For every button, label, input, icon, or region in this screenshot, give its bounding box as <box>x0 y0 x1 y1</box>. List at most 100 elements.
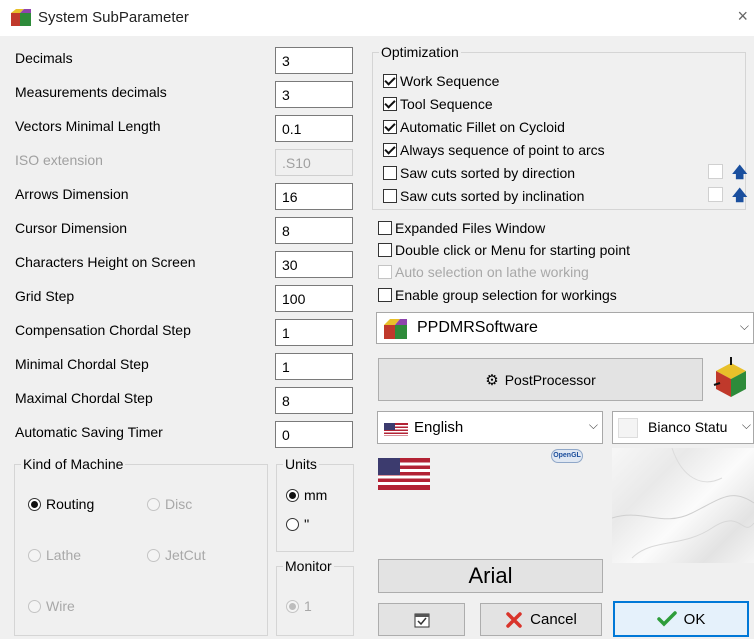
checkbox-icon <box>378 265 392 279</box>
us-flag-icon <box>384 423 408 436</box>
radio-dot-icon <box>28 497 41 511</box>
measurements-decimals-field[interactable]: 3 <box>275 81 353 108</box>
radio-dot-icon <box>28 548 41 562</box>
iso-extension-field: .S10 <box>275 149 353 176</box>
chevron-down-icon: ⌵ <box>739 319 749 333</box>
checkbox-double-click-starting-point[interactable]: Double click or Menu for starting point <box>378 242 630 258</box>
checkbox-tool-sequence[interactable]: Tool Sequence <box>383 96 493 112</box>
label-cursor-dimension: Cursor Dimension <box>15 220 128 236</box>
label-maximal-chordal-step: Maximal Chordal Step <box>15 390 153 406</box>
compensation-chordal-step-field[interactable]: 1 <box>275 319 353 346</box>
kind-of-machine-title: Kind of Machine <box>23 456 124 472</box>
close-icon[interactable]: × <box>737 6 748 27</box>
radio-inch[interactable]: '' <box>286 516 309 532</box>
monitor-title: Monitor <box>285 558 332 574</box>
vectors-minimal-length-field[interactable]: 0.1 <box>275 115 353 142</box>
radio-mm[interactable]: mm <box>286 487 327 503</box>
arrow-up-icon[interactable]: 🡅 <box>732 185 747 210</box>
window-title: System SubParameter <box>38 9 189 26</box>
checkbox-enable-group-selection[interactable]: Enable group selection for workings <box>378 287 617 303</box>
software-combo[interactable]: PPDMRSoftware ⌵ <box>376 312 754 344</box>
label-automatic-saving-timer: Automatic Saving Timer <box>15 424 163 440</box>
cancel-x-icon <box>506 611 522 628</box>
radio-dot-icon <box>147 548 160 562</box>
inclination-toggle-box[interactable] <box>708 187 723 202</box>
language-combo-value: English <box>414 419 464 436</box>
optimization-title: Optimization <box>381 44 459 60</box>
chevron-down-icon: ⌵ <box>741 418 751 432</box>
direction-toggle-box[interactable] <box>708 164 723 179</box>
ppdmr-logo-icon <box>384 319 407 339</box>
marble-texture-preview <box>611 447 754 563</box>
chevron-down-icon: ⌵ <box>588 418 598 432</box>
cancel-button[interactable]: Cancel <box>480 603 602 636</box>
radio-jetcut[interactable]: JetCut <box>147 547 205 563</box>
automatic-saving-timer-field[interactable]: 0 <box>275 421 353 448</box>
checkbox-icon <box>378 221 392 235</box>
opengl-badge: OpenGL <box>551 449 583 463</box>
checkbox-saw-cuts-inclination[interactable]: Saw cuts sorted by inclination <box>383 188 584 204</box>
us-flag-icon <box>378 458 430 490</box>
postprocessor-button[interactable]: ⚙ PostProcessor <box>378 358 703 401</box>
title-bar: System SubParameter × <box>0 0 754 36</box>
language-combo[interactable]: English ⌵ <box>377 411 603 444</box>
checkbox-work-sequence[interactable]: Work Sequence <box>383 73 499 89</box>
texture-combo-value: Bianco Statu <box>648 419 728 435</box>
monitor-group: Monitor <box>276 558 354 636</box>
label-decimals: Decimals <box>15 50 73 66</box>
checkbox-icon <box>383 74 397 88</box>
grid-step-field[interactable]: 100 <box>275 285 353 312</box>
decimals-field[interactable]: 3 <box>275 47 353 74</box>
cursor-dimension-field[interactable]: 8 <box>275 217 353 244</box>
marble-veins-icon <box>611 447 754 559</box>
label-grid-step: Grid Step <box>15 288 75 304</box>
units-title: Units <box>285 456 317 472</box>
radio-monitor-1[interactable]: 1 <box>286 598 312 614</box>
arrow-up-icon[interactable]: 🡅 <box>732 162 747 187</box>
label-arrows-dimension: Arrows Dimension <box>15 186 129 202</box>
label-characters-height: Characters Height on Screen <box>15 254 196 270</box>
checkbox-icon <box>383 120 397 134</box>
checkbox-expanded-files-window[interactable]: Expanded Files Window <box>378 220 545 236</box>
checkbox-icon <box>383 97 397 111</box>
checkbox-icon <box>378 288 392 302</box>
checkbox-icon <box>383 143 397 157</box>
radio-dot-icon <box>147 497 160 511</box>
radio-wire[interactable]: Wire <box>28 598 75 614</box>
arrows-dimension-field[interactable]: 16 <box>275 183 353 210</box>
characters-height-field[interactable]: 30 <box>275 251 353 278</box>
checkbox-always-sequence[interactable]: Always sequence of point to arcs <box>383 142 605 158</box>
cube-3d-icon <box>713 357 746 397</box>
checkbox-saw-cuts-direction[interactable]: Saw cuts sorted by direction <box>383 165 575 181</box>
radio-dot-icon <box>286 599 299 613</box>
label-compensation-chordal-step: Compensation Chordal Step <box>15 322 191 338</box>
radio-dot-icon <box>286 488 299 502</box>
marble-swatch-icon <box>618 418 638 438</box>
system-subparameter-dialog: System SubParameter × Decimals Measureme… <box>0 0 754 639</box>
radio-routing[interactable]: Routing <box>28 496 94 512</box>
calendar-button[interactable] <box>378 603 465 636</box>
label-iso-extension: ISO extension <box>15 152 103 168</box>
calendar-icon <box>414 613 429 627</box>
maximal-chordal-step-field[interactable]: 8 <box>275 387 353 414</box>
checkbox-icon <box>383 189 397 203</box>
checkmark-icon <box>656 611 677 627</box>
label-vectors-minimal-length: Vectors Minimal Length <box>15 118 161 134</box>
minimal-chordal-step-field[interactable]: 1 <box>275 353 353 380</box>
checkbox-icon <box>383 166 397 180</box>
radio-dot-icon <box>286 517 299 531</box>
postprocessor-icon: ⚙ <box>485 371 499 389</box>
software-combo-value: PPDMRSoftware <box>417 319 538 336</box>
font-button[interactable]: Arial <box>378 559 603 593</box>
app-logo-icon <box>11 9 31 26</box>
units-group: Units <box>276 456 354 552</box>
checkbox-automatic-fillet[interactable]: Automatic Fillet on Cycloid <box>383 119 565 135</box>
texture-combo[interactable]: Bianco Statu ⌵ <box>612 411 754 444</box>
label-measurements-decimals: Measurements decimals <box>15 84 167 100</box>
ok-button[interactable]: OK <box>613 601 749 637</box>
label-minimal-chordal-step: Minimal Chordal Step <box>15 356 149 372</box>
radio-disc[interactable]: Disc <box>147 496 192 512</box>
checkbox-icon <box>378 243 392 257</box>
radio-lathe[interactable]: Lathe <box>28 547 81 563</box>
checkbox-auto-selection-lathe[interactable]: Auto selection on lathe working <box>378 264 589 280</box>
